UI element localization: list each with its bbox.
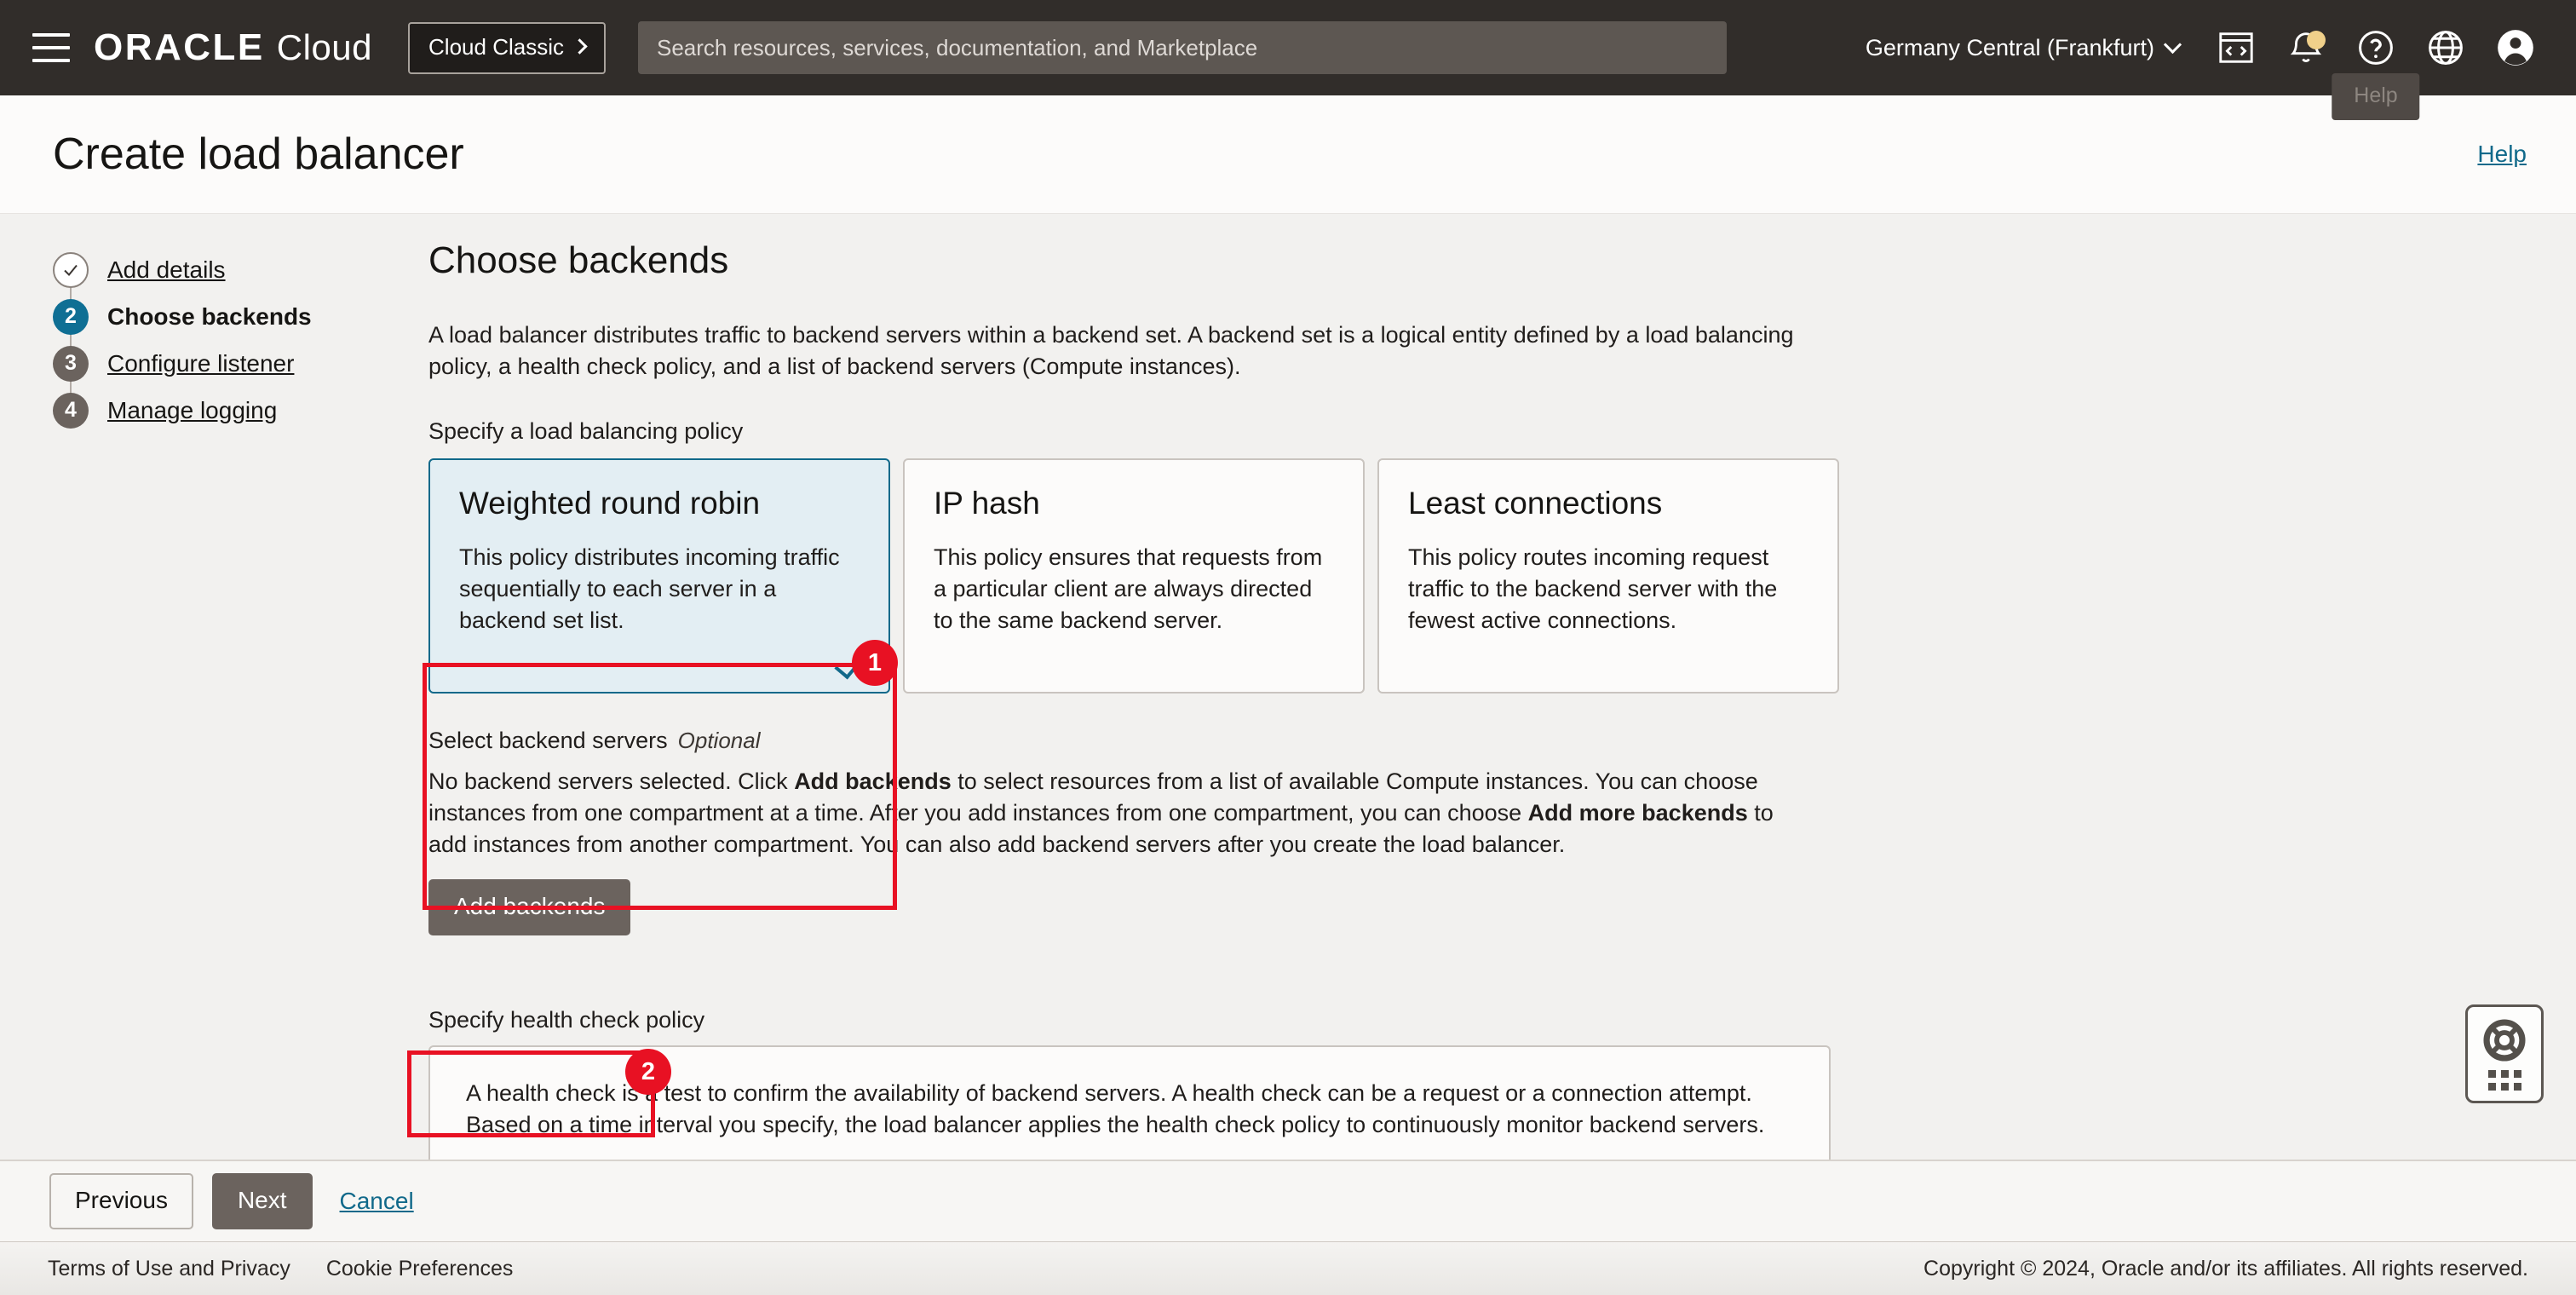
notifications-bell-icon[interactable] xyxy=(2271,0,2341,95)
step-marker-4: 4 xyxy=(53,392,89,429)
copyright-text: Copyright © 2024, Oracle and/or its affi… xyxy=(1923,1256,2528,1281)
cloud-shell-icon[interactable] xyxy=(2201,0,2271,95)
backend-desc-bold1: Add backends xyxy=(794,768,952,794)
chevron-down-icon xyxy=(2163,35,2182,54)
page-title: Create load balancer xyxy=(53,130,464,179)
add-backends-row: Add backends xyxy=(428,878,1877,935)
policy-card-weighted-round-robin[interactable]: Weighted round robin This policy distrib… xyxy=(428,458,890,694)
help-question-icon[interactable]: Help xyxy=(2332,0,2420,120)
annotation-badge-1: 1 xyxy=(852,640,898,686)
page-header: Create load balancer Help xyxy=(0,95,2576,214)
sidebar-step-manage-logging[interactable]: 4 Manage logging xyxy=(53,387,394,434)
language-globe-icon[interactable] xyxy=(2411,0,2481,95)
sidebar-step-choose-backends[interactable]: 2 Choose backends xyxy=(53,293,394,340)
user-avatar-icon[interactable] xyxy=(2481,0,2550,95)
cookie-preferences-link[interactable]: Cookie Preferences xyxy=(326,1257,514,1281)
intro-paragraph: A load balancer distributes traffic to b… xyxy=(428,322,1794,379)
policy-card-title: Weighted round robin xyxy=(459,485,761,521)
top-navigation-bar: ORACLE Cloud Cloud Classic Germany Centr… xyxy=(0,0,2576,120)
main-panel: Choose backends A load balancer distribu… xyxy=(428,239,1877,1160)
notification-badge-dot xyxy=(2307,31,2326,49)
policy-card-title: IP hash xyxy=(934,485,1040,521)
policy-card-description: This policy routes incoming request traf… xyxy=(1408,544,1778,633)
sidebar-step-add-details[interactable]: Add details xyxy=(53,246,394,293)
step-marker-3: 3 xyxy=(53,345,89,382)
wizard-step-list: Add details 2 Choose backends 3 Configur… xyxy=(53,246,394,434)
policy-section-label: Specify a load balancing policy xyxy=(428,417,744,444)
page-footer: Terms of Use and Privacy Cookie Preferen… xyxy=(0,1241,2576,1295)
previous-button[interactable]: Previous xyxy=(49,1173,193,1229)
backend-section-header: Select backend servers Optional xyxy=(428,728,1877,754)
region-label: Germany Central (Frankfurt) xyxy=(1865,34,2154,60)
hamburger-menu-icon[interactable] xyxy=(32,33,70,62)
drag-handle-dots-icon[interactable] xyxy=(2487,1070,2521,1091)
sidebar-step-label-3[interactable]: Configure listener xyxy=(107,350,294,377)
page-content: Add details 2 Choose backends 3 Configur… xyxy=(0,214,2576,1160)
add-backends-button[interactable]: Add backends xyxy=(428,878,631,935)
health-check-section-label: Specify health check policy xyxy=(428,1006,705,1033)
sidebar-step-label-2: Choose backends xyxy=(107,302,312,330)
page-help-link[interactable]: Help xyxy=(2477,141,2527,168)
backend-desc-part1: No backend servers selected. Click xyxy=(428,768,795,794)
backend-section-label: Select backend servers xyxy=(428,727,668,753)
cancel-link[interactable]: Cancel xyxy=(340,1188,414,1215)
annotation-badge-2: 2 xyxy=(625,1049,671,1095)
load-balancing-policy-cards: Weighted round robin This policy distrib… xyxy=(428,458,1877,694)
policy-card-title: Least connections xyxy=(1408,485,1663,521)
step-marker-completed xyxy=(53,251,89,288)
oracle-wordmark: ORACLE xyxy=(94,26,265,68)
region-selector[interactable]: Germany Central (Frankfurt) xyxy=(1843,35,2201,61)
wizard-action-bar: Previous Next Cancel xyxy=(0,1160,2576,1241)
optional-tag: Optional xyxy=(677,727,761,753)
chevron-right-icon xyxy=(572,37,588,55)
step-marker-active: 2 xyxy=(53,298,89,335)
next-button[interactable]: Next xyxy=(211,1173,313,1229)
sidebar-step-label-1[interactable]: Add details xyxy=(107,256,226,284)
policy-card-ip-hash[interactable]: IP hash This policy ensures that request… xyxy=(903,458,1365,694)
support-widget[interactable] xyxy=(2465,1004,2544,1103)
terms-of-use-link[interactable]: Terms of Use and Privacy xyxy=(48,1257,290,1281)
cloud-wordmark: Cloud xyxy=(276,27,373,67)
policy-card-least-connections[interactable]: Least connections This policy routes inc… xyxy=(1377,458,1839,694)
help-tooltip: Help xyxy=(2332,73,2420,120)
policy-card-description: This policy ensures that requests from a… xyxy=(934,544,1323,633)
sidebar-step-configure-listener[interactable]: 3 Configure listener xyxy=(53,340,394,387)
sidebar-step-label-4[interactable]: Manage logging xyxy=(107,397,277,424)
lifebuoy-icon xyxy=(2483,1019,2526,1062)
global-search-input[interactable] xyxy=(637,21,1727,74)
oracle-cloud-logo[interactable]: ORACLE Cloud xyxy=(94,26,372,69)
policy-card-description: This policy distributes incoming traffic… xyxy=(459,544,840,633)
backend-description: No backend servers selected. Click Add b… xyxy=(428,766,1776,860)
backend-desc-bold2: Add more backends xyxy=(1527,799,1748,826)
cloud-classic-label: Cloud Classic xyxy=(428,33,564,60)
section-heading: Choose backends xyxy=(428,239,729,281)
cloud-classic-button[interactable]: Cloud Classic xyxy=(408,21,606,74)
